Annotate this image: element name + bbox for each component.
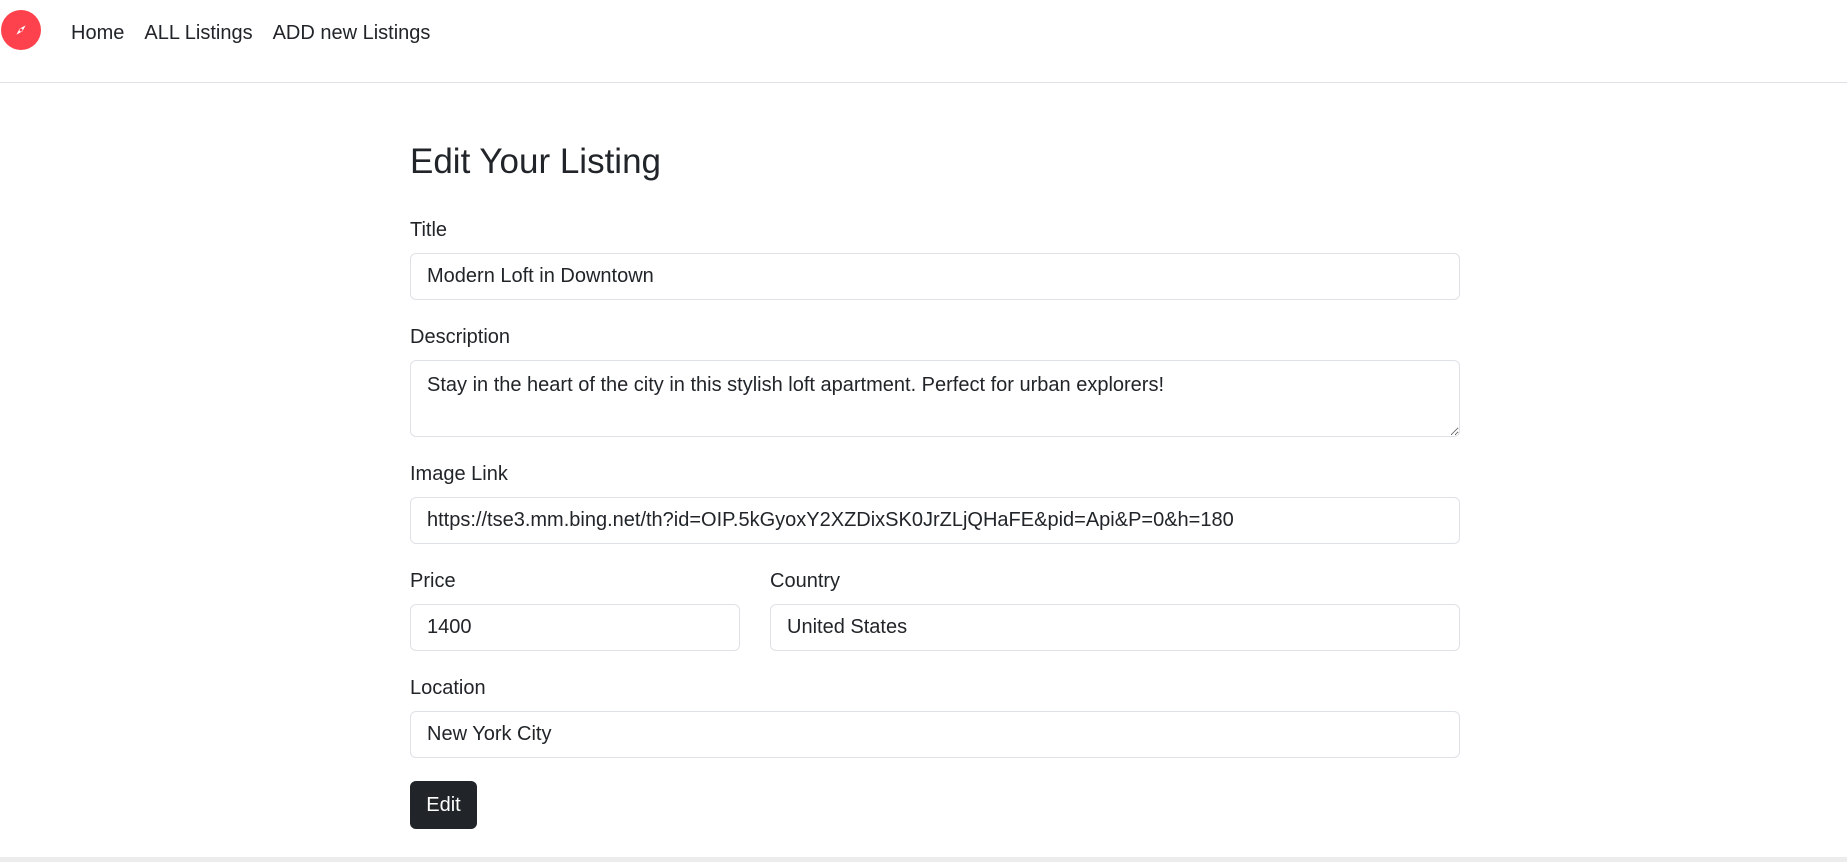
price-input[interactable] [410,604,740,651]
location-field: Location [410,676,1460,758]
title-label: Title [410,219,448,241]
description-field: Description Stay in the heart of the cit… [410,325,1460,437]
compass-icon[interactable] [1,10,41,50]
nav-link-add-listing[interactable]: ADD new Listings [273,20,431,46]
country-input[interactable] [770,604,1460,651]
page-title: Edit Your Listing [410,142,662,181]
location-label: Location [410,677,486,699]
compass-needle-icon [16,25,26,35]
image-link-input[interactable] [410,497,1460,544]
description-label: Description [410,326,511,348]
price-label: Price [410,570,456,592]
price-field: Price [410,569,740,651]
location-input[interactable] [410,711,1460,758]
title-input[interactable] [410,253,1460,300]
nav-link-all-listings[interactable]: ALL Listings [144,20,252,46]
nav-link-home[interactable]: Home [71,20,124,46]
image-link-field: Image Link [410,462,1460,544]
country-label: Country [770,570,841,592]
edit-button[interactable]: Edit [410,781,477,829]
image-link-label: Image Link [410,463,508,485]
country-field: Country [770,569,1460,651]
navbar: Home ALL Listings ADD new Listings [0,0,1847,83]
title-field: Title [410,218,1460,300]
nav-links: Home ALL Listings ADD new Listings [71,20,450,46]
footer-divider [0,857,1847,862]
description-textarea[interactable]: Stay in the heart of the city in this st… [410,360,1460,437]
